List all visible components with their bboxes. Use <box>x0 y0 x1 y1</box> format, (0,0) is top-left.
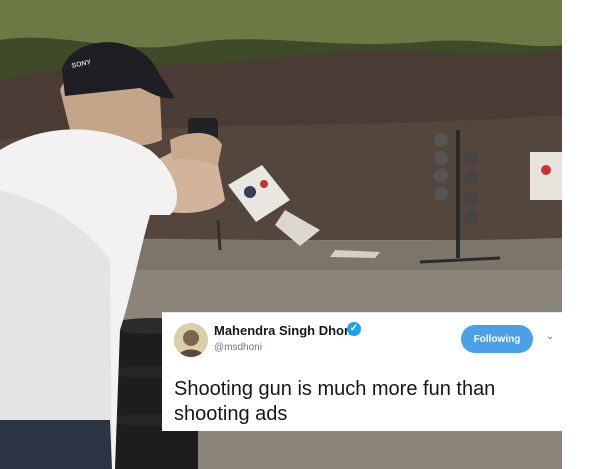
verified-badge-icon: ✓ <box>347 322 361 336</box>
user-handle[interactable]: @msdhoni <box>214 342 262 353</box>
paper-target-far <box>530 152 562 200</box>
tweet-card: Mahendra Singh Dhoni ✓ @msdhoni Followin… <box>162 312 562 431</box>
display-name[interactable]: Mahendra Singh Dhoni <box>214 323 356 338</box>
following-button[interactable]: Following <box>461 325 533 353</box>
chevron-down-icon[interactable]: ⌄ <box>544 331 556 343</box>
avatar[interactable] <box>174 323 208 357</box>
tweet-text: Shooting gun is much more fun than shoot… <box>174 378 496 425</box>
page-margin <box>562 0 593 469</box>
